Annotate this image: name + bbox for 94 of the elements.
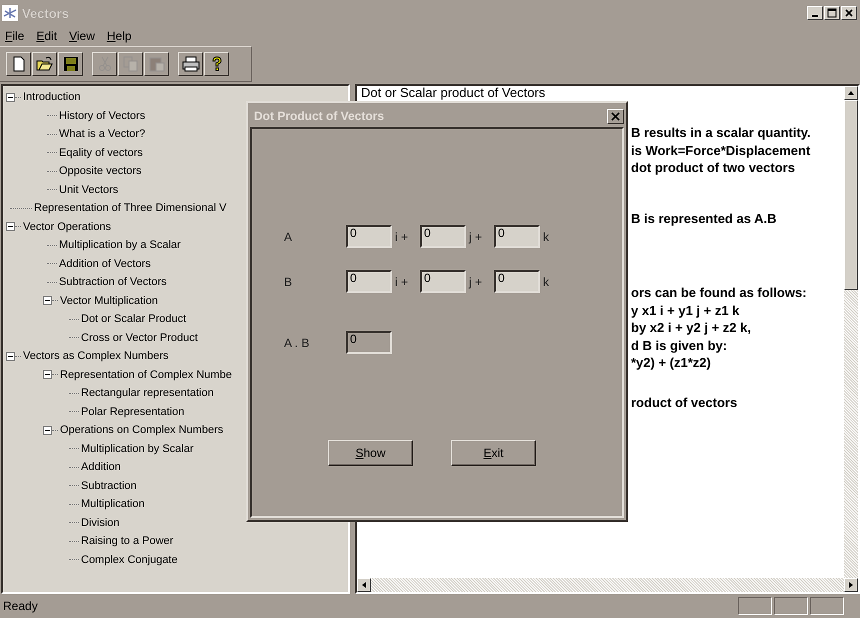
tree-item[interactable]: Vectors as Complex Numbers xyxy=(23,350,168,362)
maximize-button[interactable] xyxy=(824,6,840,20)
tree-item[interactable]: Multiplication xyxy=(81,498,145,510)
unit-label: i + xyxy=(394,274,410,288)
folder-icon xyxy=(36,55,54,73)
tree-item[interactable]: Division xyxy=(81,516,120,529)
tree-item[interactable]: Multiplication by Scalar xyxy=(81,442,194,455)
vector-label: A xyxy=(284,230,294,244)
input-field[interactable]: 0 xyxy=(494,225,540,248)
collapse-icon[interactable] xyxy=(6,222,15,232)
tree-item[interactable]: Subtraction xyxy=(81,480,137,492)
menu-item[interactable]: Edit xyxy=(36,29,58,43)
close-button[interactable] xyxy=(841,6,857,20)
unit-label: k xyxy=(542,274,550,288)
collapse-icon[interactable] xyxy=(43,370,52,380)
collapse-icon[interactable] xyxy=(6,92,15,102)
tree-item[interactable]: Eqality of vectors xyxy=(59,146,143,159)
tree-item[interactable]: Rectangular representation xyxy=(81,387,214,400)
left-arrow-icon xyxy=(362,582,366,588)
copy-icon xyxy=(122,55,140,73)
tree-item[interactable]: Vector Multiplication xyxy=(60,294,158,307)
toolbar-button[interactable] xyxy=(32,52,57,76)
tree-item[interactable]: Complex Conjugate xyxy=(81,554,178,566)
document-text: *y2) + (z1*z2) xyxy=(631,354,712,372)
menu-item[interactable]: Help xyxy=(106,29,132,43)
document-text: y x1 i + y1 j + z1 k xyxy=(631,302,740,319)
close-icon xyxy=(611,112,620,120)
tree-item[interactable]: Representation of Three Dimensional V xyxy=(34,202,226,214)
app-icon xyxy=(2,5,18,21)
input-field[interactable]: 0 xyxy=(420,270,466,293)
tree-item[interactable]: Raising to a Power xyxy=(81,535,174,548)
tree-item[interactable]: Opposite vectors xyxy=(59,165,142,178)
input-field[interactable]: 0 xyxy=(420,225,466,248)
close-icon xyxy=(844,8,854,18)
document-heading: Dot or Scalar product of Vectors xyxy=(361,86,546,100)
vertical-scrollbar[interactable] xyxy=(844,86,858,578)
tree-item[interactable]: Introduction xyxy=(23,91,80,104)
right-arrow-icon xyxy=(849,582,853,588)
printer-icon xyxy=(182,55,200,73)
collapse-icon[interactable] xyxy=(43,426,52,435)
clipboard-icon xyxy=(148,55,166,73)
collapse-icon[interactable] xyxy=(43,296,52,306)
document-text: d B is given by: xyxy=(631,336,728,354)
document-text: B is represented as A.B xyxy=(631,210,778,227)
tree-item[interactable]: Cross or Vector Product xyxy=(81,332,198,344)
document-text: ors can be found as follows: xyxy=(631,284,808,302)
document-text: B results in a scalar quantity. xyxy=(631,124,812,142)
unit-label: k xyxy=(542,230,550,244)
tree-item[interactable]: What is a Vector? xyxy=(59,128,146,140)
menu-item[interactable]: File xyxy=(5,29,24,43)
document-text: by x2 i + y2 j + z2 k, xyxy=(631,319,752,336)
unit-label: j + xyxy=(468,274,484,288)
input-field[interactable]: 0 xyxy=(494,270,540,293)
minimize-icon xyxy=(812,15,818,17)
tree-item[interactable]: Addition of Vectors xyxy=(59,258,151,270)
up-arrow-icon xyxy=(848,91,854,95)
unit-label: i + xyxy=(394,230,410,244)
toolbar-button[interactable] xyxy=(58,52,83,76)
menu-item[interactable]: View xyxy=(69,29,95,43)
collapse-icon[interactable] xyxy=(6,352,15,361)
horizontal-scrollbar[interactable] xyxy=(357,578,858,592)
result-label: A . B xyxy=(284,336,310,350)
tree-item[interactable]: Operations on Complex Numbers xyxy=(60,424,224,436)
window-title: Vectors xyxy=(22,6,69,20)
toolbar-button[interactable] xyxy=(204,52,229,76)
dialog-button[interactable]: Show xyxy=(328,440,413,466)
unit-label: j + xyxy=(468,230,484,244)
tree-item[interactable]: Representation of Complex Numbe xyxy=(60,368,232,381)
dialog-title: Dot Product of Vectors xyxy=(254,109,384,123)
tree-item[interactable]: Subtraction of Vectors xyxy=(59,276,167,288)
status-text: Ready xyxy=(3,599,38,613)
tree-item[interactable]: Unit Vectors xyxy=(59,184,118,196)
toolbar-button[interactable] xyxy=(178,52,203,76)
document-text: dot product of two vectors xyxy=(631,159,796,176)
minimize-button[interactable] xyxy=(807,6,823,20)
tree-item[interactable]: Dot or Scalar Product xyxy=(81,313,186,326)
status-panel xyxy=(738,597,772,615)
dialog-button[interactable]: Exit xyxy=(451,440,536,466)
tree-item[interactable]: Polar Representation xyxy=(81,406,184,418)
input-field[interactable]: 0 xyxy=(346,270,392,293)
tree-item[interactable]: Addition xyxy=(81,461,121,474)
vector-label: B xyxy=(284,274,294,288)
result-field[interactable]: 0 xyxy=(346,331,392,354)
document-text: roduct of vectors xyxy=(631,394,738,411)
status-panel xyxy=(774,597,808,615)
maximize-icon xyxy=(827,8,837,18)
document-text: is Work=Force*Displacement xyxy=(631,142,812,159)
input-field[interactable]: 0 xyxy=(346,225,392,248)
toolbar-button[interactable] xyxy=(6,52,31,76)
tree-item[interactable]: Vector Operations xyxy=(23,220,112,233)
tree-item[interactable]: Multiplication by a Scalar xyxy=(59,239,181,252)
status-panel xyxy=(810,597,844,615)
tree-item[interactable]: History of Vectors xyxy=(59,110,146,122)
close-button[interactable] xyxy=(607,108,624,124)
